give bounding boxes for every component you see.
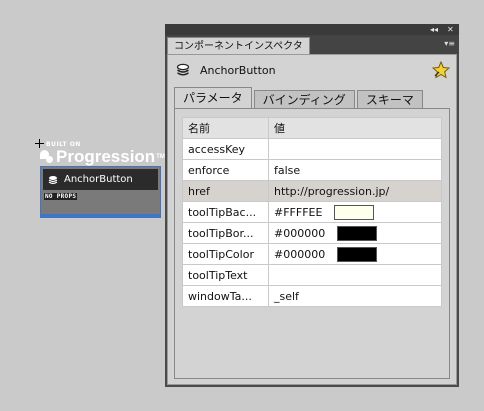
button-stack-icon xyxy=(48,175,58,184)
logo-tm: TM xyxy=(156,154,165,160)
no-props-badge: NO PROPS xyxy=(44,193,78,200)
param-value[interactable]: _self xyxy=(268,285,442,307)
component-icon xyxy=(176,63,190,76)
parameters-table: 名前 値 accessKey enforce false href http:/… xyxy=(182,117,442,307)
collapse-icon[interactable]: ◂◂ xyxy=(430,24,438,35)
table-row[interactable]: toolTipBac... #FFFFEE xyxy=(182,201,442,223)
table-row[interactable]: accessKey xyxy=(182,138,442,160)
param-value: #FFFFEE xyxy=(274,205,323,219)
param-name: toolTipBac... xyxy=(182,201,269,223)
anchor-button-label: AnchorButton xyxy=(64,174,133,185)
param-name: toolTipText xyxy=(182,264,269,286)
anchor-button-component[interactable]: AnchorButton NO PROPS xyxy=(40,166,161,218)
selection-bar xyxy=(41,214,160,217)
param-name: toolTipBor... xyxy=(182,222,269,244)
tab-bindings[interactable]: バインディング xyxy=(253,90,355,109)
table-row[interactable]: enforce false xyxy=(182,159,442,181)
color-swatch[interactable] xyxy=(334,204,375,220)
progression-logo: BUILT ON Progression TM xyxy=(40,141,165,166)
param-value: #000000 xyxy=(274,226,326,240)
tab-parameters[interactable]: パラメータ xyxy=(174,87,252,109)
param-value-cell[interactable]: #000000 xyxy=(268,222,442,244)
panel-titlebar: ◂◂ ✕ xyxy=(165,24,459,35)
table-row-selected[interactable]: href http://progression.jp/ xyxy=(182,180,442,202)
anchor-button[interactable]: AnchorButton xyxy=(43,169,158,190)
param-name: href xyxy=(182,180,269,202)
param-value: #000000 xyxy=(274,247,326,261)
param-value-cell[interactable]: #000000 xyxy=(268,243,442,265)
progression-mark-icon xyxy=(40,150,54,164)
star-icon[interactable] xyxy=(432,61,450,79)
param-value[interactable] xyxy=(268,264,442,286)
panel-tab-row: コンポーネントインスペクタ ▾≡ xyxy=(165,35,459,54)
component-header: AnchorButton xyxy=(176,63,276,77)
tab-schema[interactable]: スキーマ xyxy=(356,90,423,109)
tab-component-inspector[interactable]: コンポーネントインスペクタ xyxy=(167,37,310,54)
table-row[interactable]: toolTipColor #000000 xyxy=(182,243,442,265)
param-value[interactable] xyxy=(268,138,442,160)
color-swatch[interactable] xyxy=(337,225,378,241)
logo-word: Progression xyxy=(56,147,156,166)
param-value[interactable]: false xyxy=(268,159,442,181)
component-name: AnchorButton xyxy=(200,63,276,77)
close-icon[interactable]: ✕ xyxy=(447,24,454,35)
parameters-pane: 名前 値 accessKey enforce false href http:/… xyxy=(174,108,450,379)
table-row[interactable]: toolTipText xyxy=(182,264,442,286)
param-value-cell[interactable]: #FFFFEE xyxy=(268,201,442,223)
panel-menu-icon[interactable]: ▾≡ xyxy=(444,39,455,49)
panel-body: AnchorButton パラメータ バインディング スキーマ 名前 値 acc… xyxy=(167,54,457,385)
component-inspector-panel: ◂◂ ✕ コンポーネントインスペクタ ▾≡ AnchorButton パラメータ… xyxy=(165,24,459,387)
inspector-tabs: パラメータ バインディング スキーマ xyxy=(174,87,425,109)
param-value[interactable]: http://progression.jp/ xyxy=(268,180,442,202)
table-row[interactable]: toolTipBor... #000000 xyxy=(182,222,442,244)
table-header-row: 名前 値 xyxy=(182,117,442,139)
color-swatch[interactable] xyxy=(337,246,378,262)
param-name: toolTipColor xyxy=(182,243,269,265)
column-header-name: 名前 xyxy=(182,117,269,139)
param-name: enforce xyxy=(182,159,269,181)
param-name: accessKey xyxy=(182,138,269,160)
table-row[interactable]: windowTa... _self xyxy=(182,285,442,307)
column-header-value: 値 xyxy=(268,117,442,139)
param-name: windowTa... xyxy=(182,285,269,307)
